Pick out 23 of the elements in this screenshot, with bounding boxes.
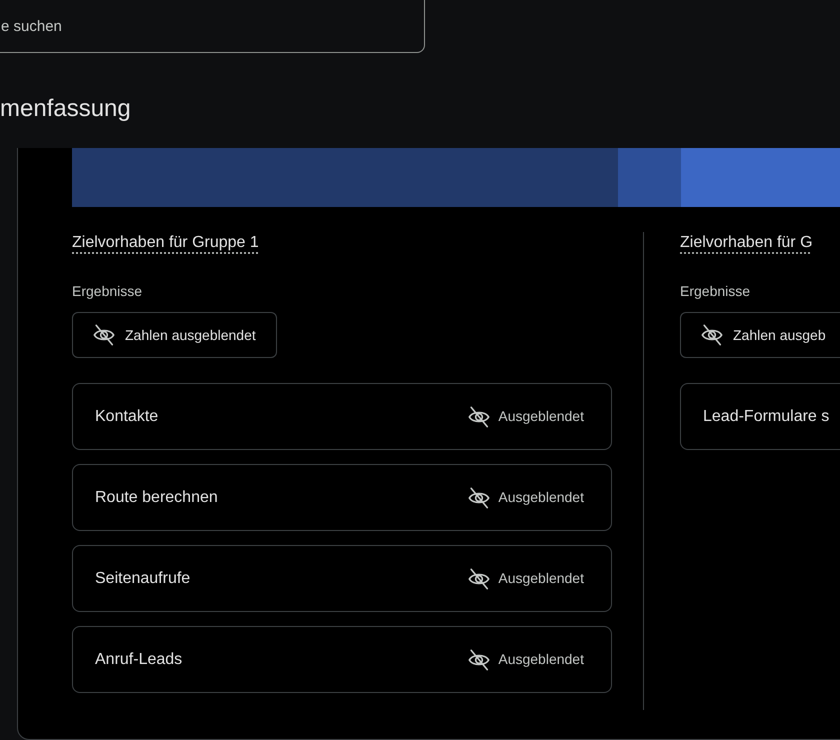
hidden-status: Ausgeblendet bbox=[498, 650, 584, 669]
conversion-name: Seitenaufrufe bbox=[95, 568, 190, 588]
search-field[interactable]: e suchen bbox=[0, 0, 425, 53]
results-label: Ergebnisse bbox=[680, 282, 750, 301]
page-heading: menfassung bbox=[0, 94, 131, 124]
hidden-status: Ausgeblendet bbox=[498, 569, 584, 588]
conversion-name: Route berechnen bbox=[95, 488, 218, 508]
eye-off-icon bbox=[701, 324, 723, 346]
conversion-name: Lead-Formulare s bbox=[703, 406, 830, 426]
results-label: Ergebnisse bbox=[72, 282, 142, 301]
eye-off-icon bbox=[468, 648, 490, 670]
hidden-status: Ausgeblendet bbox=[498, 488, 584, 507]
eye-off-icon bbox=[468, 486, 490, 508]
conversion-name: Anruf-Leads bbox=[95, 650, 182, 670]
hidden-status: Ausgeblendet bbox=[498, 407, 584, 426]
eye-off-icon bbox=[93, 324, 115, 346]
conversion-name: Kontakte bbox=[95, 406, 158, 426]
eye-off-icon bbox=[468, 406, 490, 428]
group-title[interactable]: Zielvorhaben für Gruppe 1 bbox=[72, 231, 259, 255]
hide-numbers-button[interactable]: Zahlen ausgeb bbox=[680, 312, 840, 358]
eye-off-icon bbox=[468, 568, 490, 590]
group-title[interactable]: Zielvorhaben für G bbox=[680, 231, 813, 255]
hide-numbers-button[interactable]: Zahlen ausgeblendet bbox=[72, 312, 277, 358]
